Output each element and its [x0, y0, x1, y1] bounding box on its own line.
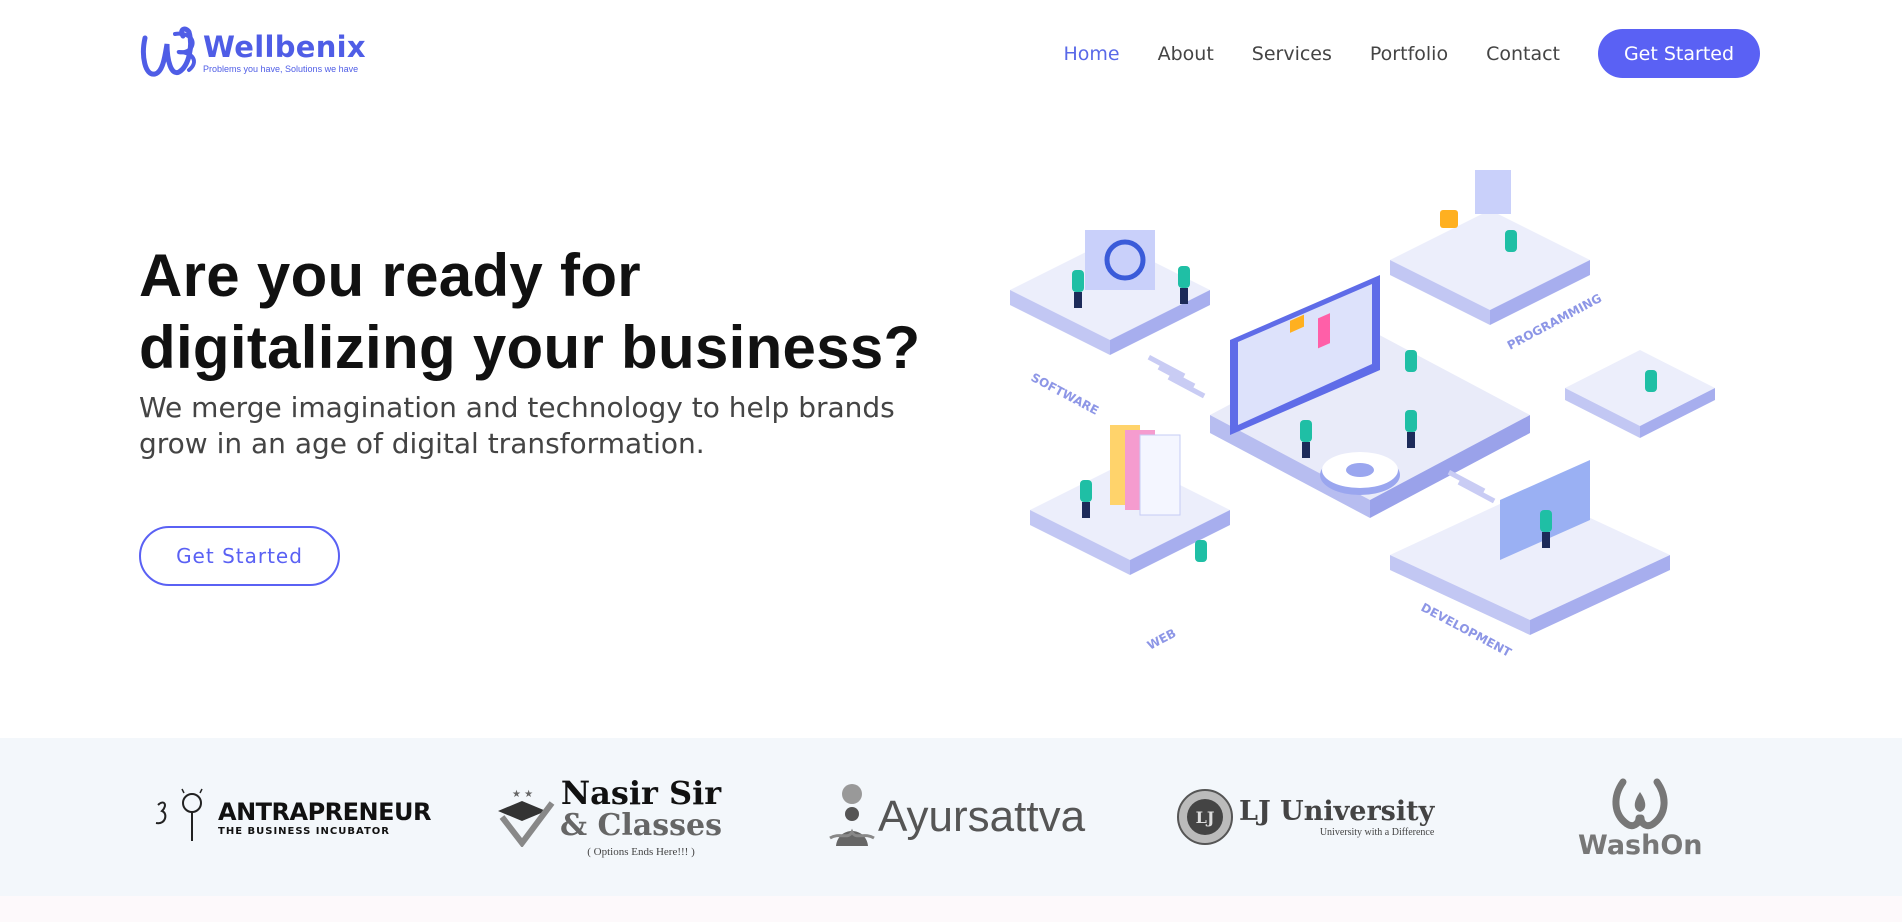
programming-platform: PROGRAMMING	[1390, 170, 1604, 353]
header-get-started-button[interactable]: Get Started	[1598, 29, 1760, 78]
clients-strip: ANTRAPRENEUR THE BUSINESS INCUBATOR ★ ★ …	[0, 738, 1902, 896]
client-name: Ayursattva	[878, 792, 1086, 841]
water-drop-icon	[1612, 778, 1668, 829]
client-name-line-1: Nasir Sir	[560, 774, 722, 812]
hero-title: Are you ready for digitalizing your busi…	[139, 240, 959, 384]
software-platform: SOFTWARE	[1010, 230, 1210, 418]
svg-text:LJ: LJ	[1196, 808, 1215, 827]
nav-contact[interactable]: Contact	[1486, 43, 1560, 65]
development-platform: DEVELOPMENT	[1390, 460, 1670, 660]
client-name: WashOn	[1578, 829, 1703, 861]
next-section-edge	[0, 896, 1902, 922]
client-antrapreneur[interactable]: ANTRAPRENEUR THE BUSINESS INCUBATOR	[148, 738, 432, 896]
software-label: SOFTWARE	[1029, 370, 1101, 417]
hero-title-line-2: digitalizing your business?	[139, 314, 921, 381]
hero-isometric-illustration: SOFTWARE PROGRAMMING WEB DEVELOPMENT	[1010, 170, 1715, 660]
client-subtitle: ( Options Ends Here!!! )	[587, 846, 695, 858]
client-subtitle: THE BUSINESS INCUBATOR	[218, 825, 390, 837]
brand-tagline: Problems you have, Solutions we have	[203, 63, 359, 74]
site-header: Wellbenix Problems you have, Solutions w…	[0, 0, 1902, 106]
web-label: WEB	[1145, 626, 1179, 653]
wellbenix-logo-icon	[140, 26, 196, 77]
client-name: LJ University	[1239, 796, 1435, 827]
web-platform: WEB	[1030, 425, 1230, 653]
gear-icon	[1320, 452, 1400, 495]
client-subtitle: University with a Difference	[1319, 827, 1435, 838]
client-nasir-sir-classes[interactable]: ★ ★ Nasir Sir & Classes ( Options Ends H…	[492, 738, 722, 896]
graduation-cap-icon: ★ ★	[498, 789, 555, 847]
svg-text:★ ★: ★ ★	[512, 789, 533, 800]
brand-name: Wellbenix	[203, 29, 366, 64]
nav-home[interactable]: Home	[1063, 43, 1119, 65]
client-name: ANTRAPRENEUR	[218, 797, 432, 826]
hero-subtitle: We merge imagination and technology to h…	[139, 390, 939, 462]
nav-portfolio[interactable]: Portfolio	[1370, 43, 1448, 65]
main-nav: Home About Services Portfolio Contact Ge…	[1063, 29, 1760, 78]
client-washon[interactable]: WashOn	[1578, 738, 1703, 896]
hero-title-line-1: Are you ready for	[139, 242, 641, 309]
hero-get-started-button[interactable]: Get Started	[139, 526, 340, 586]
nav-services[interactable]: Services	[1252, 43, 1332, 65]
shield-seal-icon: LJ	[1177, 789, 1233, 845]
desk-platform	[1565, 350, 1715, 438]
brand-logo[interactable]: Wellbenix Problems you have, Solutions w…	[139, 26, 366, 80]
nav-about[interactable]: About	[1158, 43, 1214, 65]
hero-subtitle-line-1: We merge imagination and technology to h…	[139, 391, 895, 424]
client-lj-university[interactable]: LJ LJ University University with a Diffe…	[1175, 738, 1434, 896]
client-ayursattva[interactable]: Ayursattva	[828, 738, 1085, 896]
tree-person-icon	[829, 784, 875, 846]
client-name-line-2: & Classes	[560, 808, 722, 843]
hero-subtitle-line-2: grow in an age of digital transformation…	[139, 427, 705, 460]
bulb-icon	[155, 788, 203, 841]
